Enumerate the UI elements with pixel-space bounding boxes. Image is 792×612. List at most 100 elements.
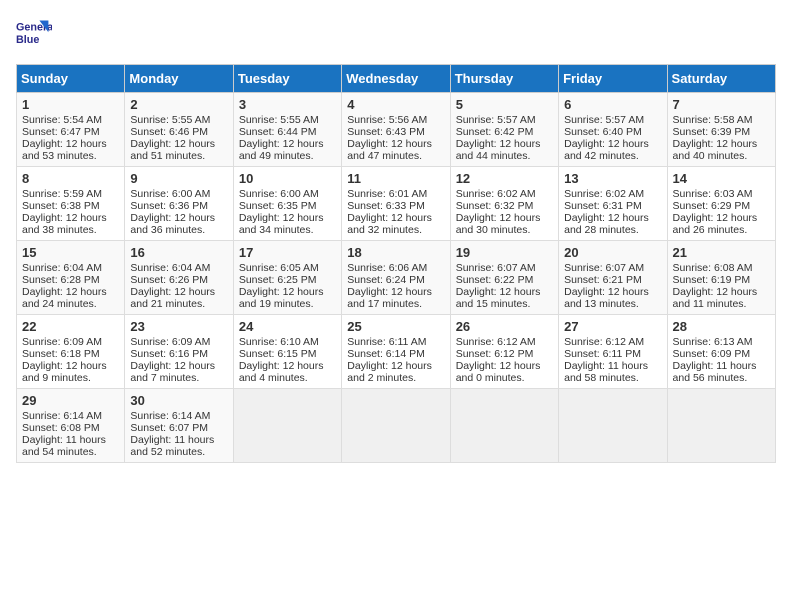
sunset: Sunset: 6:15 PM — [239, 348, 317, 360]
header-row: SundayMondayTuesdayWednesdayThursdayFrid… — [17, 65, 776, 93]
sunrise: Sunrise: 6:00 AM — [130, 188, 210, 200]
sunrise: Sunrise: 6:10 AM — [239, 336, 319, 348]
daylight: Daylight: 12 hours and 24 minutes. — [22, 286, 107, 310]
day-number: 19 — [456, 245, 553, 260]
sunset: Sunset: 6:26 PM — [130, 274, 208, 286]
sunrise: Sunrise: 6:01 AM — [347, 188, 427, 200]
calendar-cell: 27Sunrise: 6:12 AMSunset: 6:11 PMDayligh… — [559, 315, 667, 389]
calendar-week-2: 8Sunrise: 5:59 AMSunset: 6:38 PMDaylight… — [17, 167, 776, 241]
day-number: 16 — [130, 245, 227, 260]
day-number: 28 — [673, 319, 770, 334]
header-cell-saturday: Saturday — [667, 65, 775, 93]
sunset: Sunset: 6:09 PM — [673, 348, 751, 360]
sunset: Sunset: 6:19 PM — [673, 274, 751, 286]
calendar-cell: 8Sunrise: 5:59 AMSunset: 6:38 PMDaylight… — [17, 167, 125, 241]
sunrise: Sunrise: 6:04 AM — [22, 262, 102, 274]
page-header: General Blue — [16, 16, 776, 52]
calendar-cell: 20Sunrise: 6:07 AMSunset: 6:21 PMDayligh… — [559, 241, 667, 315]
sunrise: Sunrise: 6:03 AM — [673, 188, 753, 200]
sunset: Sunset: 6:21 PM — [564, 274, 642, 286]
header-cell-monday: Monday — [125, 65, 233, 93]
calendar-cell — [559, 389, 667, 463]
day-number: 8 — [22, 171, 119, 186]
calendar-cell: 7Sunrise: 5:58 AMSunset: 6:39 PMDaylight… — [667, 93, 775, 167]
sunset: Sunset: 6:14 PM — [347, 348, 425, 360]
day-number: 14 — [673, 171, 770, 186]
calendar-week-4: 22 Sunrise: 6:09 AM Sunset: 6:18 PM Dayligh… — [17, 315, 776, 389]
day-number: 11 — [347, 171, 444, 186]
sunrise: Sunrise: 6:12 AM — [456, 336, 536, 348]
sunrise: Sunrise: 5:55 AM — [130, 114, 210, 126]
calendar-week-5: 29 Sunrise: 6:14 AM Sunset: 6:08 PMDayligh… — [17, 389, 776, 463]
calendar-cell: 3Sunrise: 5:55 AMSunset: 6:44 PMDaylight… — [233, 93, 341, 167]
day-number: 12 — [456, 171, 553, 186]
sunrise: Sunrise: 6:09 AM — [130, 336, 210, 348]
sunset: Sunset: 6:18 PM — [22, 348, 100, 360]
sunrise: Sunrise: 6:06 AM — [347, 262, 427, 274]
daylight: Daylight: 12 hours and 47 minutes. — [347, 138, 432, 162]
daylight: Daylight: 12 hours and 36 minutes. — [130, 212, 215, 236]
calendar-cell: 2Sunrise: 5:55 AMSunset: 6:46 PMDaylight… — [125, 93, 233, 167]
sunrise: Sunrise: 6:04 AM — [130, 262, 210, 274]
calendar-week-3: 15Sunrise: 6:04 AMSunset: 6:28 PMDayligh… — [17, 241, 776, 315]
calendar-cell: 9Sunrise: 6:00 AMSunset: 6:36 PMDaylight… — [125, 167, 233, 241]
sunrise: Sunrise: 5:58 AM — [673, 114, 753, 126]
day-number: 20 — [564, 245, 661, 260]
sunrise: Sunrise: 6:14 AM — [130, 410, 210, 422]
sunset: Sunset: 6:44 PM — [239, 126, 317, 138]
sunset: Sunset: 6:42 PM — [456, 126, 534, 138]
daylight: Daylight: 12 hours and 7 minutes. — [130, 360, 215, 384]
calendar-cell: 28Sunrise: 6:13 AMSunset: 6:09 PMDayligh… — [667, 315, 775, 389]
sunrise: Sunrise: 6:05 AM — [239, 262, 319, 274]
logo-icon: General Blue — [16, 16, 52, 52]
day-number: 25 — [347, 319, 444, 334]
header-cell-tuesday: Tuesday — [233, 65, 341, 93]
sunrise: Sunrise: 5:57 AM — [564, 114, 644, 126]
calendar-cell: 14Sunrise: 6:03 AMSunset: 6:29 PMDayligh… — [667, 167, 775, 241]
calendar-cell: 10Sunrise: 6:00 AMSunset: 6:35 PMDayligh… — [233, 167, 341, 241]
sunrise: Sunrise: 6:11 AM — [347, 336, 426, 348]
sunset: Sunset: 6:12 PM — [456, 348, 534, 360]
header-cell-sunday: Sunday — [17, 65, 125, 93]
calendar-body: 1Sunrise: 5:54 AMSunset: 6:47 PMDaylight… — [17, 93, 776, 463]
daylight: Daylight: 12 hours and 2 minutes. — [347, 360, 432, 384]
sunset: Sunset: 6:25 PM — [239, 274, 317, 286]
calendar-cell: 18Sunrise: 6:06 AMSunset: 6:24 PMDayligh… — [342, 241, 450, 315]
daylight: Daylight: 12 hours and 13 minutes. — [564, 286, 649, 310]
daylight: Daylight: 12 hours and 32 minutes. — [347, 212, 432, 236]
day-number: 30 — [130, 393, 227, 408]
daylight: Daylight: 12 hours and 38 minutes. — [22, 212, 107, 236]
day-number: 5 — [456, 97, 553, 112]
day-number: 23 — [130, 319, 227, 334]
calendar-cell: 22Sunrise: 6:09 AMSunset: 6:18 PMDayligh… — [17, 315, 125, 389]
sunset: Sunset: 6:35 PM — [239, 200, 317, 212]
day-number: 22 — [22, 319, 119, 334]
sunrise: Sunrise: 5:55 AM — [239, 114, 319, 126]
day-number: 13 — [564, 171, 661, 186]
sunrise: Sunrise: 6:13 AM — [673, 336, 753, 348]
daylight: Daylight: 11 hours and 54 minutes. — [22, 434, 106, 458]
calendar-cell: 12Sunrise: 6:02 AMSunset: 6:32 PMDayligh… — [450, 167, 558, 241]
header-cell-thursday: Thursday — [450, 65, 558, 93]
sunrise: Sunrise: 5:54 AM — [22, 114, 102, 126]
day-number: 7 — [673, 97, 770, 112]
sunset: Sunset: 6:46 PM — [130, 126, 208, 138]
sunset: Sunset: 6:24 PM — [347, 274, 425, 286]
calendar-cell — [667, 389, 775, 463]
calendar-header: SundayMondayTuesdayWednesdayThursdayFrid… — [17, 65, 776, 93]
daylight: Daylight: 12 hours and 40 minutes. — [673, 138, 758, 162]
calendar-cell: 11Sunrise: 6:01 AMSunset: 6:33 PMDayligh… — [342, 167, 450, 241]
daylight: Daylight: 12 hours and 21 minutes. — [130, 286, 215, 310]
day-number: 29 — [22, 393, 119, 408]
daylight: Daylight: 12 hours and 4 minutes. — [239, 360, 324, 384]
sunset: Sunset: 6:08 PM — [22, 422, 100, 434]
calendar-cell: 4Sunrise: 5:56 AMSunset: 6:43 PMDaylight… — [342, 93, 450, 167]
sunrise: Sunrise: 5:59 AM — [22, 188, 102, 200]
header-cell-wednesday: Wednesday — [342, 65, 450, 93]
sunset: Sunset: 6:31 PM — [564, 200, 642, 212]
day-number: 24 — [239, 319, 336, 334]
sunrise: Sunrise: 5:57 AM — [456, 114, 536, 126]
day-number: 15 — [22, 245, 119, 260]
day-number: 2 — [130, 97, 227, 112]
sunrise: Sunrise: 6:00 AM — [239, 188, 319, 200]
